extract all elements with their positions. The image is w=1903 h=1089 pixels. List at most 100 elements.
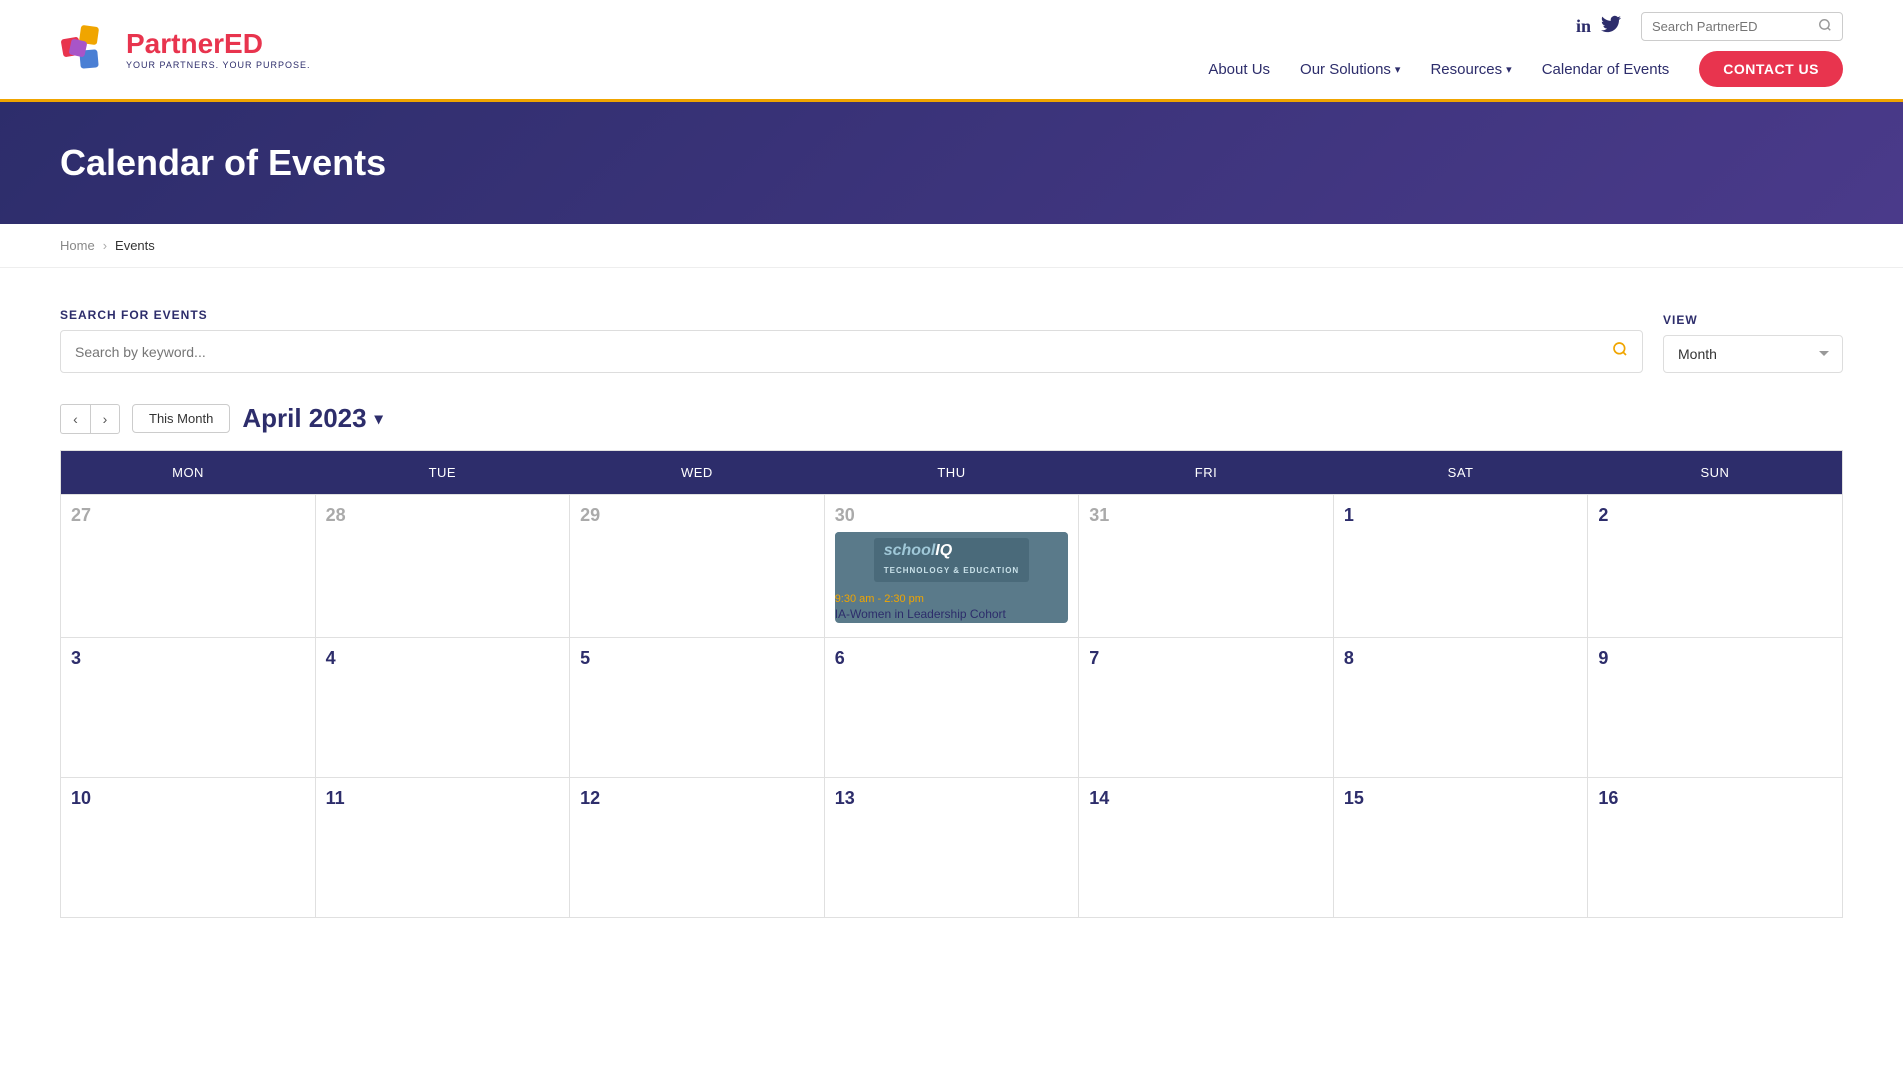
calendar-cell-9: 9 bbox=[1588, 637, 1843, 777]
header-wed: WED bbox=[570, 451, 825, 495]
cell-date-27: 27 bbox=[71, 505, 305, 526]
calendar-cell-16: 16 bbox=[1588, 777, 1843, 917]
breadcrumb-home[interactable]: Home bbox=[60, 238, 95, 253]
cell-date-5: 5 bbox=[580, 648, 814, 669]
calendar-navigation: ‹ › This Month April 2023 ▾ bbox=[60, 403, 1843, 434]
calendar-cell-5: 5 bbox=[570, 637, 825, 777]
calendar-cell-1: 1 bbox=[1333, 495, 1588, 638]
search-box[interactable] bbox=[1641, 12, 1843, 41]
schooliq-logo-image: schoolIQTECHNOLOGY & EDUCATION bbox=[874, 538, 1029, 582]
cell-date-8: 8 bbox=[1344, 648, 1578, 669]
search-events-icon[interactable] bbox=[1612, 341, 1628, 362]
main-content: SEARCH FOR EVENTS VIEW Month Week List ‹ bbox=[0, 268, 1903, 958]
cell-date-31: 31 bbox=[1089, 505, 1323, 526]
calendar-cell-4: 4 bbox=[315, 637, 570, 777]
event-card-schooliq[interactable]: schoolIQTECHNOLOGY & EDUCATION 9:30 am - … bbox=[835, 532, 1069, 623]
cell-date-10: 10 bbox=[71, 788, 305, 809]
main-nav: About Us Our Solutions Resources Calenda… bbox=[1208, 51, 1843, 87]
header-fri: FRI bbox=[1079, 451, 1334, 495]
nav-contact-us[interactable]: CONTACT US bbox=[1699, 51, 1843, 87]
cell-date-9: 9 bbox=[1598, 648, 1832, 669]
cell-date-29: 29 bbox=[580, 505, 814, 526]
prev-month-button[interactable]: ‹ bbox=[60, 404, 90, 434]
cell-date-15: 15 bbox=[1344, 788, 1578, 809]
header-sat: SAT bbox=[1333, 451, 1588, 495]
header-right: in bbox=[1576, 12, 1843, 41]
logo-area[interactable]: PartnerED YOUR PARTNERS. YOUR PURPOSE. bbox=[60, 22, 311, 78]
calendar-week-1: 27 28 29 30 schoolIQTECHNOLOGY & EDUCATION 9:… bbox=[61, 495, 1843, 638]
calendar-cell-10: 10 bbox=[61, 777, 316, 917]
calendar-cell-31: 31 bbox=[1079, 495, 1334, 638]
calendar-cell-28: 28 bbox=[315, 495, 570, 638]
header-sun: SUN bbox=[1588, 451, 1843, 495]
social-icons: in bbox=[1576, 15, 1621, 38]
cell-date-13: 13 bbox=[835, 788, 1069, 809]
view-label: VIEW bbox=[1663, 313, 1843, 327]
calendar-table: MON TUE WED THU FRI SAT SUN 27282930scho… bbox=[60, 450, 1843, 918]
this-month-button[interactable]: This Month bbox=[132, 404, 230, 433]
search-events-area: SEARCH FOR EVENTS bbox=[60, 308, 1643, 373]
view-select[interactable]: Month Week List bbox=[1663, 335, 1843, 373]
logo-tagline: YOUR PARTNERS. YOUR PURPOSE. bbox=[126, 60, 311, 70]
cell-date-7: 7 bbox=[1089, 648, 1323, 669]
nav-arrows: ‹ › bbox=[60, 404, 120, 434]
logo-icon bbox=[60, 22, 116, 78]
event-time: 9:30 am - 2:30 pm bbox=[835, 593, 1069, 605]
twitter-icon[interactable] bbox=[1601, 15, 1621, 38]
calendar-cell-12: 12 bbox=[570, 777, 825, 917]
breadcrumb: Home › Events bbox=[0, 224, 1903, 268]
calendar-cell-3: 3 bbox=[61, 637, 316, 777]
calendar-cell-14: 14 bbox=[1079, 777, 1334, 917]
search-events-input[interactable] bbox=[75, 344, 1612, 360]
search-events-input-wrapper[interactable] bbox=[60, 330, 1643, 373]
cell-date-1: 1 bbox=[1344, 505, 1578, 526]
cell-date-14: 14 bbox=[1089, 788, 1323, 809]
calendar-cell-6: 6 bbox=[824, 637, 1079, 777]
cell-date-12: 12 bbox=[580, 788, 814, 809]
header-tue: TUE bbox=[315, 451, 570, 495]
calendar-cell-30: 30 schoolIQTECHNOLOGY & EDUCATION 9:30 am … bbox=[824, 495, 1079, 638]
header-thu: THU bbox=[824, 451, 1079, 495]
search-events-label: SEARCH FOR EVENTS bbox=[60, 308, 1643, 322]
breadcrumb-current: Events bbox=[115, 238, 155, 253]
event-title: IA-Women in Leadership Cohort bbox=[835, 607, 1069, 623]
hero-banner: Calendar of Events bbox=[0, 102, 1903, 224]
linkedin-icon[interactable]: in bbox=[1576, 16, 1591, 37]
nav-resources[interactable]: Resources bbox=[1430, 61, 1511, 78]
cell-date-11: 11 bbox=[326, 788, 560, 809]
calendar-week-2: 3456789 bbox=[61, 637, 1843, 777]
cell-date-28: 28 bbox=[326, 505, 560, 526]
nav-about-us[interactable]: About Us bbox=[1208, 61, 1270, 78]
nav-our-solutions[interactable]: Our Solutions bbox=[1300, 61, 1400, 78]
cell-date-2: 2 bbox=[1598, 505, 1832, 526]
page-title: Calendar of Events bbox=[60, 142, 1843, 184]
event-thumbnail-schooliq: schoolIQTECHNOLOGY & EDUCATION bbox=[835, 532, 1069, 587]
logo-text: PartnerED YOUR PARTNERS. YOUR PURPOSE. bbox=[126, 30, 311, 70]
cell-date-16: 16 bbox=[1598, 788, 1832, 809]
nav-calendar[interactable]: Calendar of Events bbox=[1542, 61, 1670, 78]
calendar-cell-7: 7 bbox=[1079, 637, 1334, 777]
calendar-cell-8: 8 bbox=[1333, 637, 1588, 777]
calendar-cell-15: 15 bbox=[1333, 777, 1588, 917]
cell-date-30: 30 bbox=[835, 505, 1069, 526]
breadcrumb-separator: › bbox=[103, 238, 107, 253]
calendar-cell-2: 2 bbox=[1588, 495, 1843, 638]
site-search-input[interactable] bbox=[1652, 19, 1812, 34]
site-search-icon[interactable] bbox=[1818, 18, 1832, 35]
calendar-week-3: 10 11 12 13 14 15 16 bbox=[61, 777, 1843, 917]
cell-date-4: 4 bbox=[326, 648, 560, 669]
cell-date-6: 6 bbox=[835, 648, 1069, 669]
calendar-cell-27: 27 bbox=[61, 495, 316, 638]
header-mon: MON bbox=[61, 451, 316, 495]
month-dropdown-arrow: ▾ bbox=[375, 409, 383, 429]
calendar-cell-29: 29 bbox=[570, 495, 825, 638]
calendar-body: 27282930schoolIQTECHNOLOGY & EDUCATION9:… bbox=[61, 495, 1843, 918]
calendar-cell-11: 11 bbox=[315, 777, 570, 917]
current-month-display[interactable]: April 2023 ▾ bbox=[242, 403, 382, 434]
search-view-row: SEARCH FOR EVENTS VIEW Month Week List bbox=[60, 308, 1843, 373]
logo-name: PartnerED bbox=[126, 30, 311, 58]
next-month-button[interactable]: › bbox=[90, 404, 120, 434]
site-header: PartnerED YOUR PARTNERS. YOUR PURPOSE. i… bbox=[0, 0, 1903, 102]
view-area: VIEW Month Week List bbox=[1663, 313, 1843, 373]
cell-date-3: 3 bbox=[71, 648, 305, 669]
